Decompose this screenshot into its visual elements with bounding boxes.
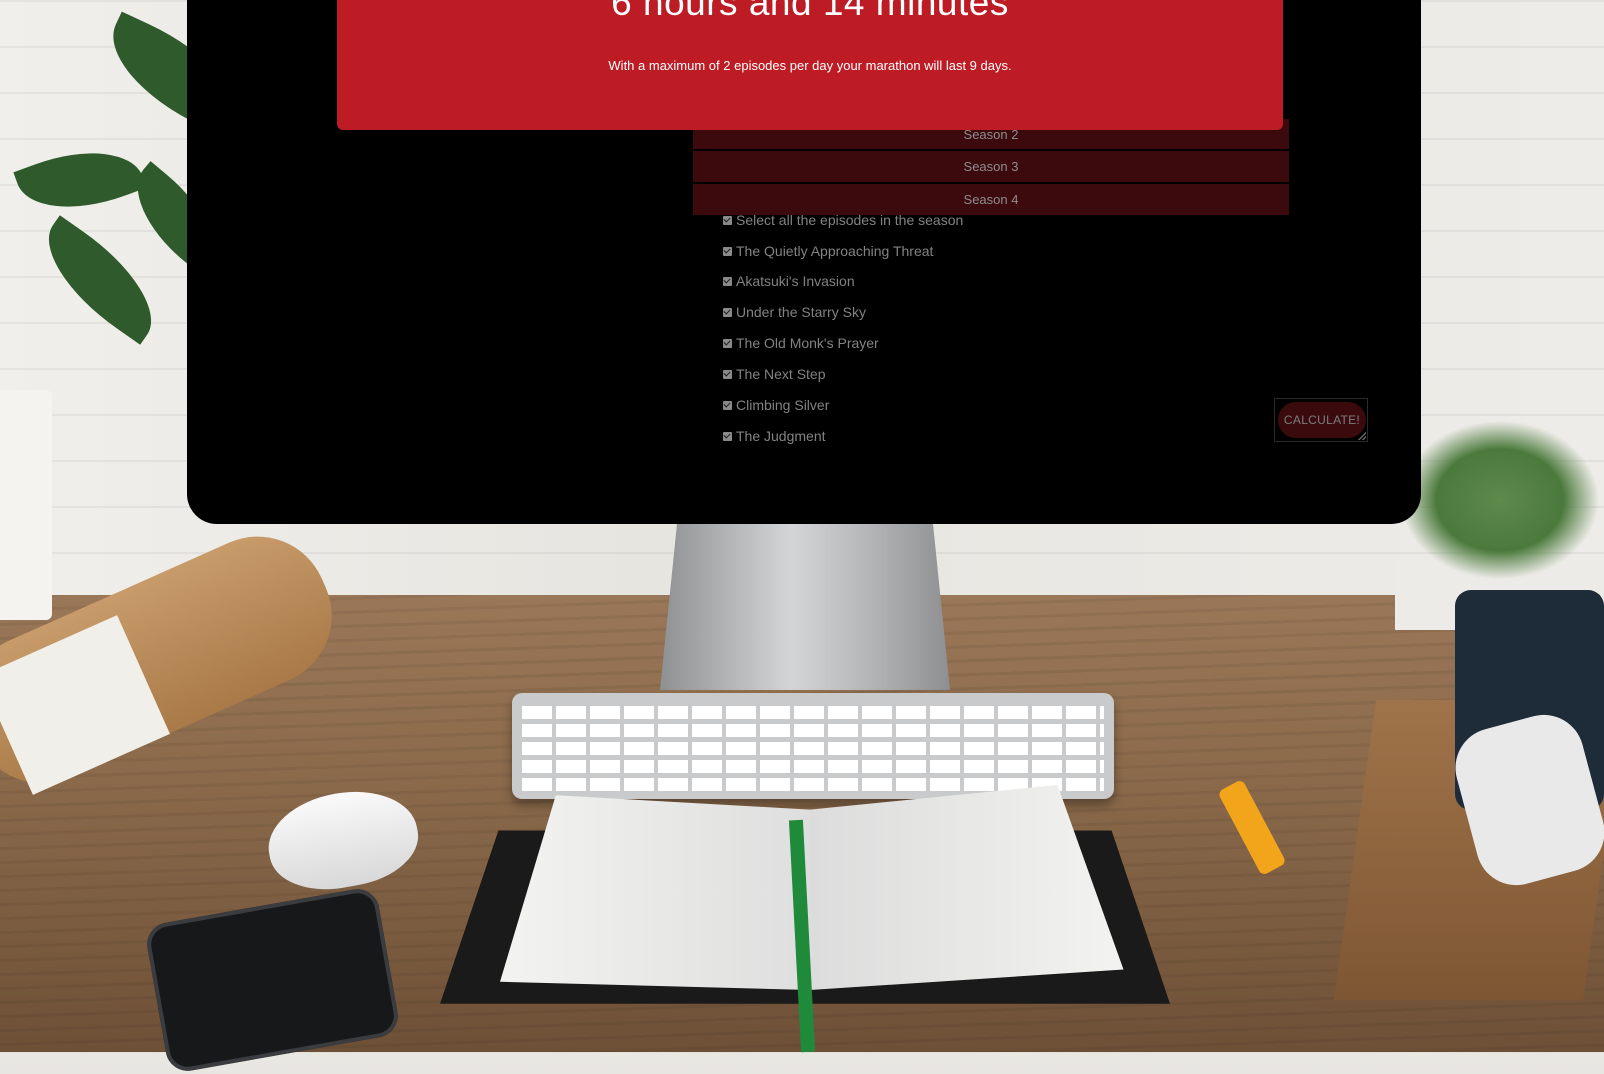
episode-item[interactable]: The Old Monk's Prayer <box>723 333 879 353</box>
result-panel: 6 hours and 14 minutes With a maximum of… <box>337 0 1283 130</box>
resize-grip-icon[interactable] <box>1358 432 1366 440</box>
checkbox-checked-icon[interactable] <box>723 215 732 225</box>
plant-pot <box>0 390 52 620</box>
episode-item[interactable]: Climbing Silver <box>723 395 829 415</box>
result-total-time: 6 hours and 14 minutes <box>611 0 1009 23</box>
checkbox-checked-icon[interactable] <box>723 246 732 256</box>
checkbox-checked-icon[interactable] <box>723 431 732 441</box>
episode-label: The Next Step <box>736 366 826 382</box>
checkbox-checked-icon[interactable] <box>723 338 732 348</box>
season-tab-3[interactable]: Season 3 <box>693 149 1289 182</box>
monitor-stand <box>660 520 950 690</box>
select-all-label: Select all the episodes in the season <box>736 212 964 228</box>
episode-item[interactable]: The Next Step <box>723 364 826 384</box>
episode-label: Climbing Silver <box>736 397 830 413</box>
succulent-plant <box>1400 420 1600 580</box>
checkbox-checked-icon[interactable] <box>723 307 732 317</box>
calculate-button-frame: CALCULATE! <box>1274 398 1368 442</box>
episode-label: Under the Starry Sky <box>736 304 866 320</box>
checkbox-checked-icon[interactable] <box>723 400 732 410</box>
result-summary: With a maximum of 2 episodes per day you… <box>608 58 1012 73</box>
select-all-episodes[interactable]: Select all the episodes in the season <box>723 210 963 230</box>
episode-label: Akatsuki's Invasion <box>736 273 855 289</box>
episode-item[interactable]: Under the Starry Sky <box>723 302 866 322</box>
episode-label: The Judgment <box>736 428 826 444</box>
episode-label: The Old Monk's Prayer <box>736 335 879 351</box>
checkbox-checked-icon[interactable] <box>723 369 732 379</box>
episode-label: The Quietly Approaching Threat <box>736 243 934 259</box>
keyboard <box>512 693 1114 799</box>
keyboard-keys <box>522 701 1104 791</box>
episode-list: Select all the episodes in the season Th… <box>723 210 1143 465</box>
checkbox-checked-icon[interactable] <box>723 276 732 286</box>
episode-item[interactable]: The Judgment <box>723 426 826 446</box>
calculate-button[interactable]: CALCULATE! <box>1278 402 1366 438</box>
episode-item[interactable]: Akatsuki's Invasion <box>723 271 855 291</box>
episode-item[interactable]: The Quietly Approaching Threat <box>723 241 933 261</box>
